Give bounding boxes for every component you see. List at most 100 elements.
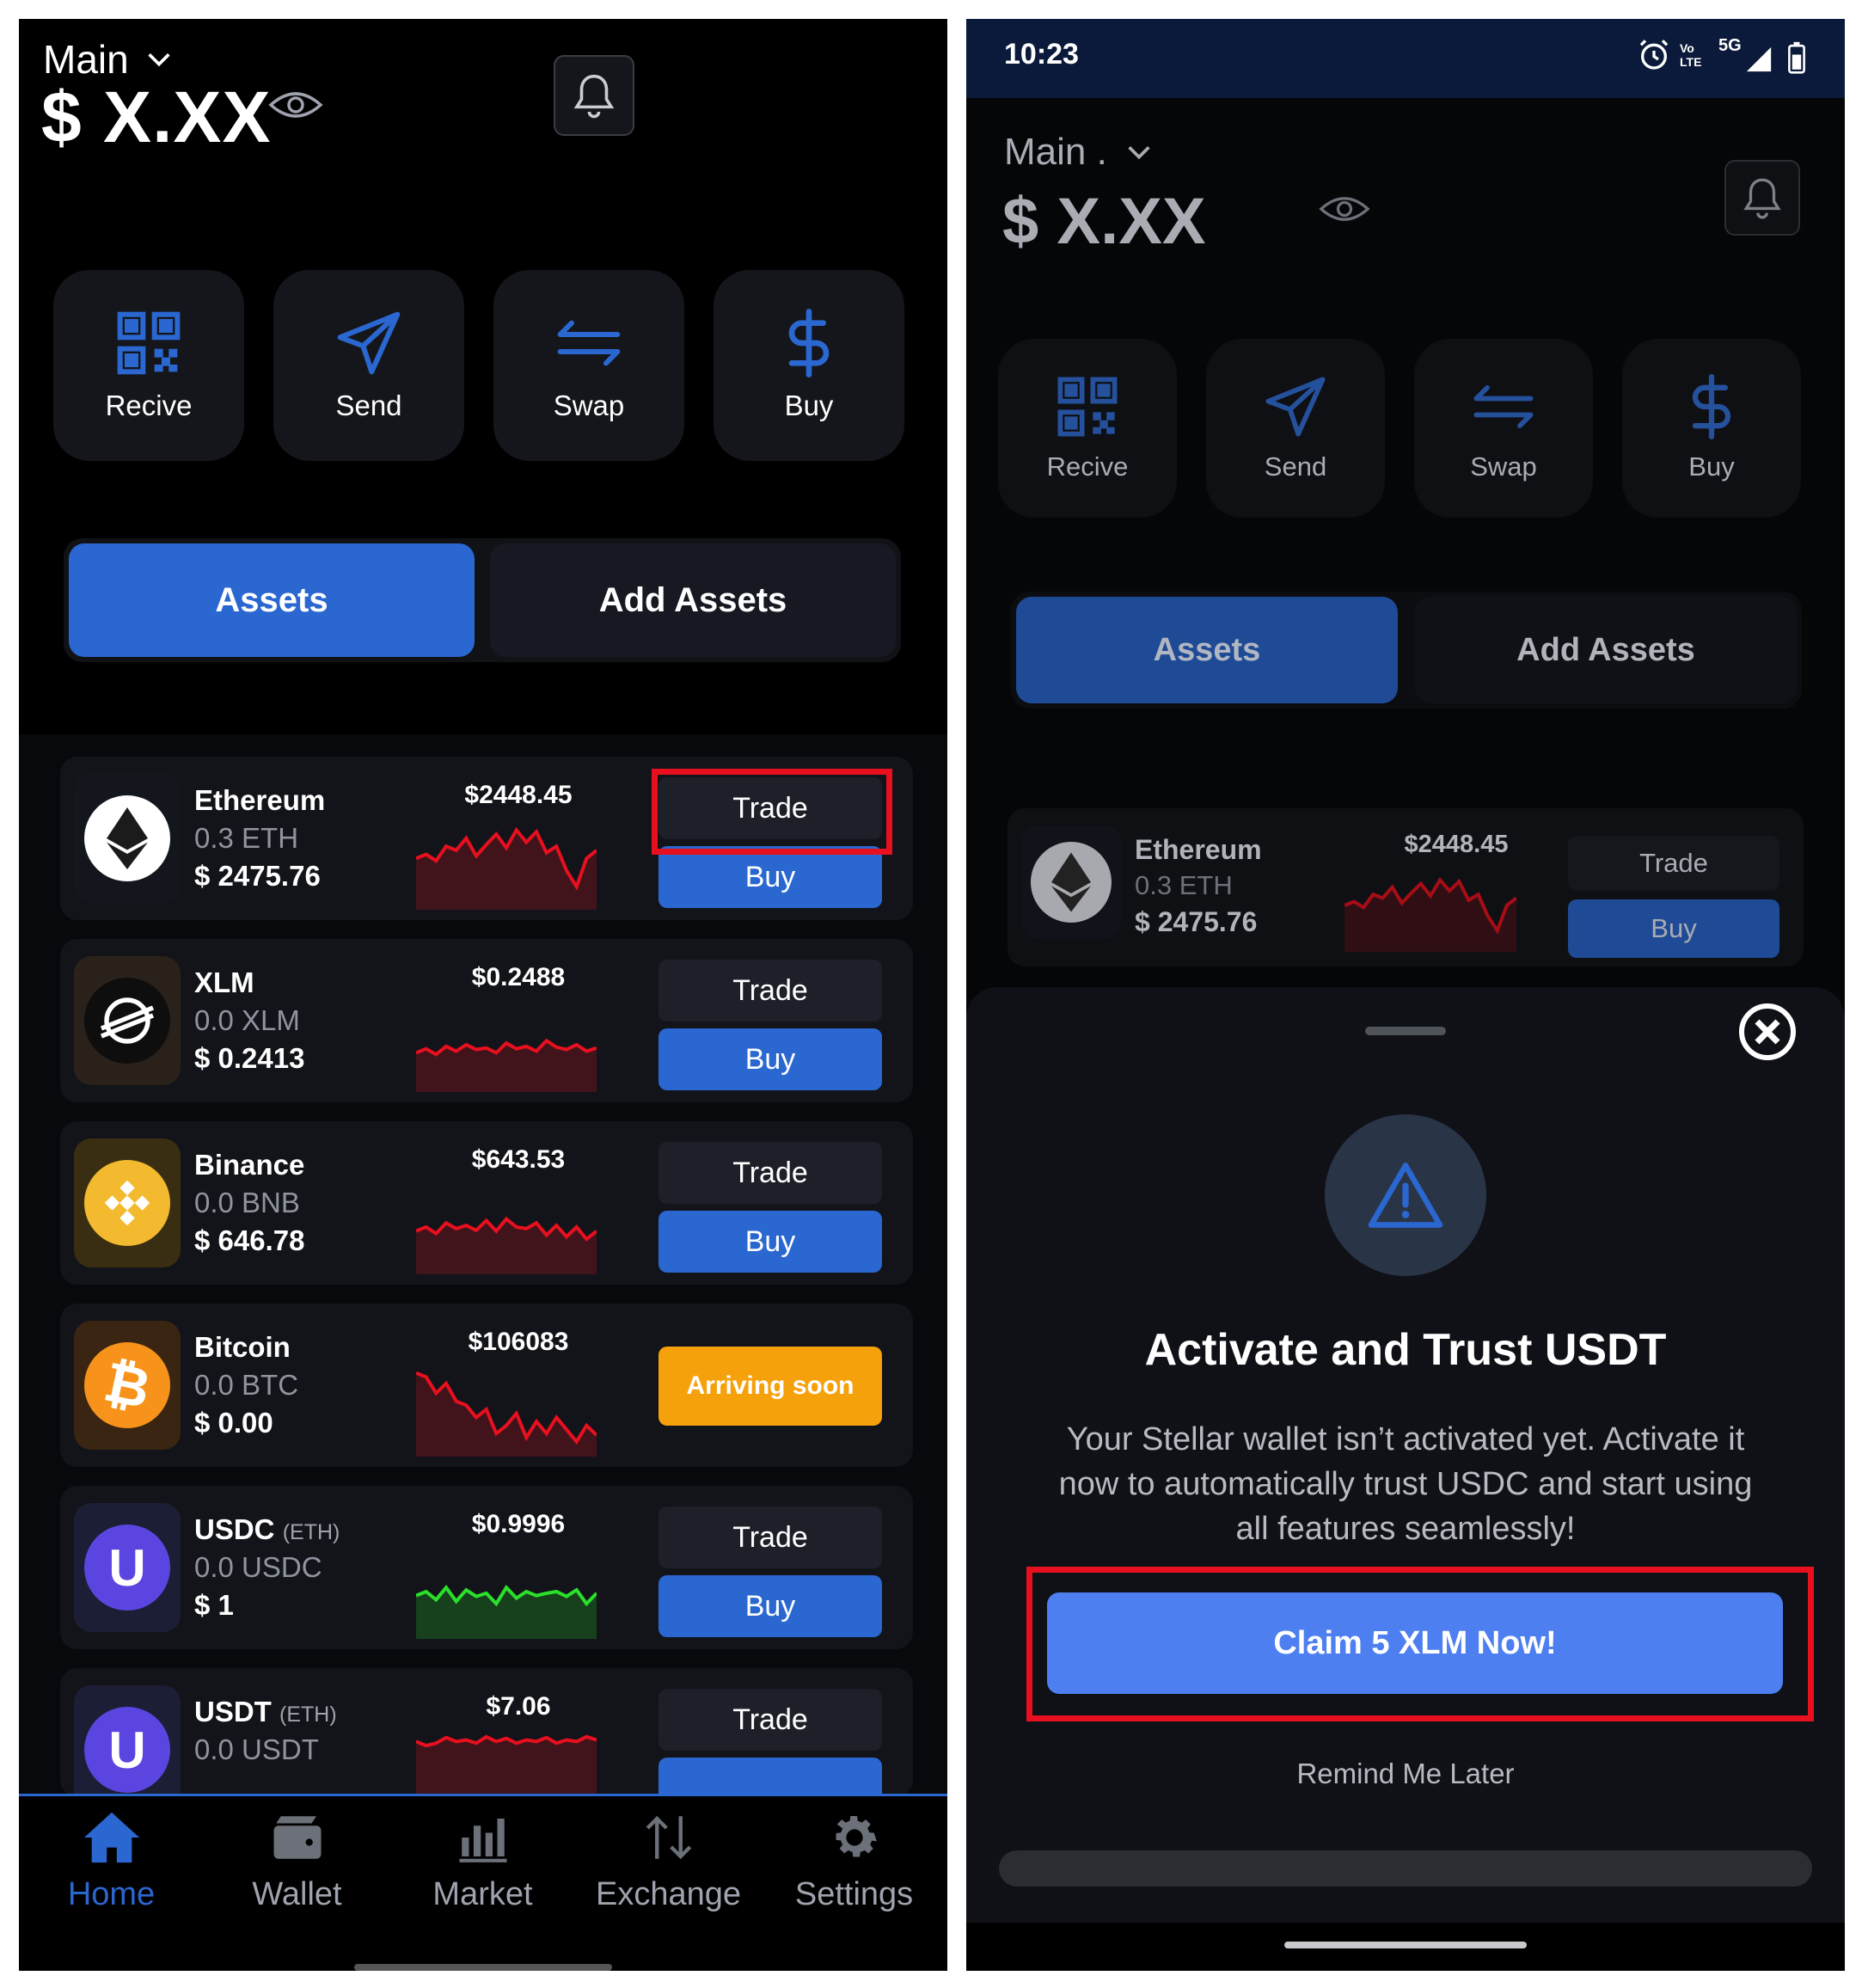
buy-action-button-dim[interactable]: Buy bbox=[1622, 339, 1801, 518]
asset-value: $ 0.2413 bbox=[194, 1042, 305, 1074]
swap-button-dim[interactable]: Swap bbox=[1414, 339, 1593, 518]
swap-button[interactable]: Swap bbox=[493, 270, 684, 461]
qr-code-icon bbox=[1057, 377, 1118, 437]
status-time: 10:23 bbox=[1004, 38, 1079, 71]
eye-icon[interactable] bbox=[268, 88, 323, 122]
asset-balance: 0.0 BNB bbox=[194, 1187, 300, 1218]
highlight-box bbox=[652, 769, 892, 855]
activation-screen: 10:23 Vo LTE 5G Main . $ X.XX Recive Sen… bbox=[966, 19, 1845, 1971]
dollar-icon bbox=[1692, 374, 1731, 439]
tab-assets-dim[interactable]: Assets bbox=[1016, 597, 1398, 703]
buy-button[interactable]: Buy bbox=[658, 1575, 882, 1637]
network-type: 5G bbox=[1718, 36, 1742, 55]
ethereum-coin-icon bbox=[1031, 842, 1112, 923]
asset-price: $7.06 bbox=[486, 1692, 551, 1721]
ethereum-icon bbox=[1051, 852, 1091, 912]
nav-exchange[interactable]: Exchange bbox=[593, 1809, 744, 1913]
nav-home[interactable]: Home bbox=[36, 1809, 187, 1913]
asset-value: $ 0.00 bbox=[194, 1407, 273, 1439]
sheet-title: Activate and Trust USDT bbox=[1144, 1325, 1667, 1375]
battery-icon bbox=[1788, 41, 1805, 74]
buy-button[interactable]: Buy bbox=[658, 846, 882, 908]
notification-button[interactable] bbox=[554, 55, 634, 136]
sheet-drag-handle[interactable] bbox=[1365, 1027, 1446, 1035]
asset-price-dim: $2448.45 bbox=[1404, 831, 1509, 858]
sparkline-area bbox=[1344, 880, 1516, 952]
coin-badge: ₿ bbox=[74, 1321, 181, 1450]
trade-button[interactable]: Trade bbox=[658, 1142, 882, 1204]
asset-name: USDC (ETH) bbox=[194, 1513, 340, 1545]
buy-button[interactable] bbox=[658, 1758, 882, 1797]
arriving-soon-badge: Arriving soon bbox=[658, 1347, 882, 1426]
home-icon bbox=[83, 1812, 139, 1863]
buy-button[interactable]: Buy bbox=[658, 1211, 882, 1273]
tab-assets[interactable]: Assets bbox=[69, 543, 475, 657]
buy-action-label-dim: Buy bbox=[1688, 451, 1735, 482]
signal-icon bbox=[1746, 46, 1772, 72]
swap-label: Swap bbox=[553, 390, 625, 421]
price-sparkline bbox=[1344, 877, 1516, 952]
exchange-icon bbox=[646, 1815, 691, 1860]
asset-name: Ethereum bbox=[194, 784, 326, 816]
asset-price: $2448.45 bbox=[464, 781, 573, 809]
qr-code-icon bbox=[117, 311, 181, 375]
dollar-icon bbox=[788, 309, 830, 377]
asset-name-dim: Ethereum bbox=[1135, 834, 1262, 865]
buy-button-dim[interactable]: Buy bbox=[1568, 899, 1779, 958]
asset-name: Bitcoin bbox=[194, 1331, 291, 1363]
send-button[interactable]: Send bbox=[273, 270, 464, 461]
account-selector-dim[interactable]: Main . bbox=[1004, 131, 1154, 174]
asset-value: $ 646.78 bbox=[194, 1224, 305, 1256]
tab-add-assets[interactable]: Add Assets bbox=[490, 543, 896, 657]
trade-button[interactable]: Trade bbox=[658, 1506, 882, 1568]
send-button-dim[interactable]: Send bbox=[1206, 339, 1385, 518]
buy-button[interactable]: Buy bbox=[658, 1028, 882, 1090]
home-indicator bbox=[354, 1964, 612, 1971]
bnb-coin-icon bbox=[84, 1160, 170, 1246]
notification-button-dim[interactable] bbox=[1724, 160, 1800, 236]
asset-price: $0.2488 bbox=[471, 963, 566, 991]
bell-icon bbox=[573, 74, 615, 119]
xlm-coin-icon bbox=[84, 978, 170, 1064]
sheet-body-line: now to automatically trust USDC and star… bbox=[1058, 1466, 1753, 1502]
nav-wallet[interactable]: Wallet bbox=[222, 1809, 372, 1913]
gesture-bar[interactable] bbox=[1284, 1942, 1527, 1948]
warning-badge bbox=[1325, 1114, 1486, 1276]
asset-name: Binance bbox=[194, 1149, 305, 1181]
trade-button[interactable]: Trade bbox=[658, 1689, 882, 1751]
trade-button[interactable]: Trade bbox=[658, 960, 882, 1022]
tab-add-assets-dim[interactable]: Add Assets bbox=[1415, 597, 1797, 703]
trade-button-dim[interactable]: Trade bbox=[1568, 836, 1779, 891]
asset-value: $ 1 bbox=[194, 1589, 234, 1621]
asset-balance: 0.0 USDC bbox=[194, 1551, 322, 1583]
price-sparkline bbox=[416, 1216, 597, 1274]
receive-button[interactable]: Recive bbox=[53, 270, 244, 461]
status-bar bbox=[966, 19, 1845, 98]
nav-market-label: Market bbox=[432, 1876, 533, 1912]
close-icon[interactable] bbox=[1736, 1001, 1798, 1063]
asset-price: $643.53 bbox=[471, 1145, 566, 1174]
price-sparkline bbox=[416, 826, 597, 910]
coin-badge bbox=[74, 1138, 181, 1267]
nav-market[interactable]: Market bbox=[407, 1809, 558, 1913]
price-sparkline bbox=[416, 1585, 597, 1639]
nav-settings[interactable]: Settings bbox=[779, 1809, 929, 1913]
price-sparkline bbox=[416, 1038, 597, 1092]
asset-balance-dim: 0.3 ETH bbox=[1135, 870, 1233, 900]
balance-amount-dim: $ X.XX bbox=[1002, 185, 1206, 258]
coin-badge-dim bbox=[1021, 825, 1121, 939]
eth-coin-icon bbox=[84, 795, 170, 881]
nav-home-label: Home bbox=[67, 1876, 156, 1912]
claim-xlm-button[interactable]: Claim 5 XLM Now! bbox=[1047, 1592, 1783, 1694]
chevron-down-icon bbox=[1128, 146, 1150, 160]
market-icon bbox=[459, 1819, 506, 1862]
usdt-coin-icon: U bbox=[84, 1707, 170, 1793]
eye-icon[interactable] bbox=[1319, 193, 1370, 225]
coin-badge bbox=[74, 774, 181, 903]
remind-later-link[interactable]: Remind Me Later bbox=[966, 1758, 1845, 1790]
send-icon bbox=[337, 311, 401, 375]
receive-label-dim: Recive bbox=[1046, 451, 1129, 482]
asset-value: $ 2475.76 bbox=[194, 860, 321, 892]
receive-button-dim[interactable]: Recive bbox=[998, 339, 1177, 518]
buy-action-button[interactable]: Buy bbox=[714, 270, 904, 461]
